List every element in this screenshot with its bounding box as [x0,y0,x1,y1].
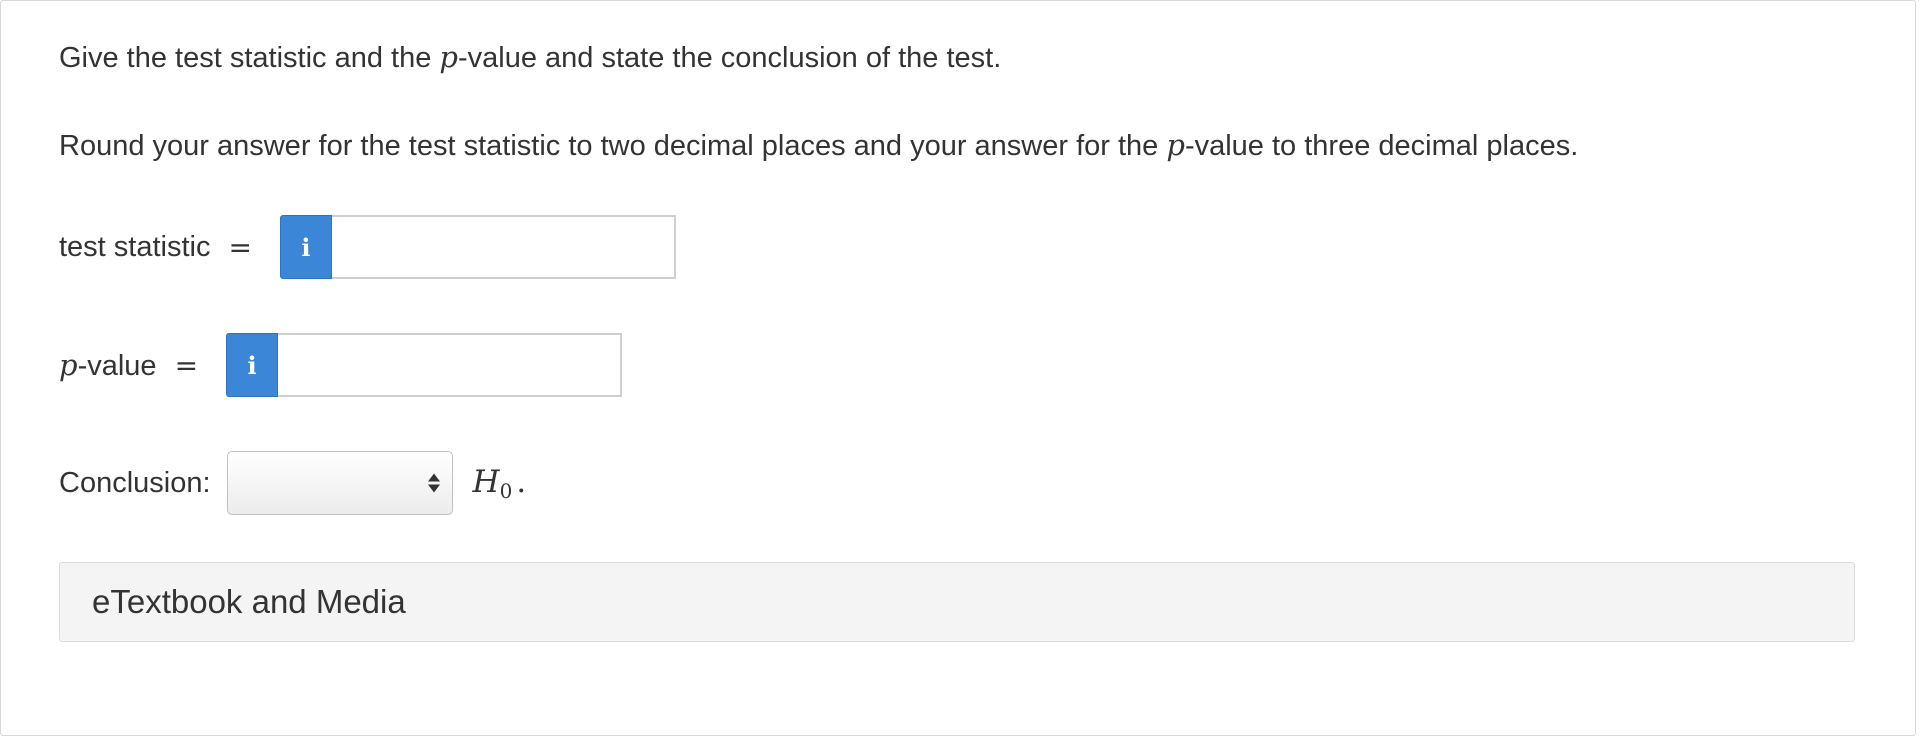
conclusion-select[interactable] [226,451,453,515]
equals-sign: = [228,230,252,264]
null-hypothesis-symbol: H0. [472,463,527,503]
etextbook-media-button[interactable]: eTextbook and Media [59,562,1855,642]
test-statistic-label: test statistic [59,230,211,263]
instruction-line-2: Round your answer for the test statistic… [59,128,1579,162]
info-icon[interactable]: i [226,333,279,397]
p-value-input[interactable] [278,333,623,397]
question-card: Give the test statistic and the p-value … [0,0,1916,736]
test-statistic-input[interactable] [331,215,676,279]
conclusion-label: Conclusion: [59,466,211,499]
etextbook-media-label: eTextbook and Media [92,583,406,620]
conclusion-row: Conclusion: H0. [59,451,526,515]
test-statistic-row: test statistic = i [59,215,676,279]
select-updown-arrows-icon [427,473,440,493]
p-value-label: p-value [59,347,157,382]
info-icon[interactable]: i [279,215,332,279]
p-value-row: p-value = i [59,333,623,397]
equals-sign: = [174,348,199,382]
p-variable: p [439,40,458,74]
instruction-line-1: Give the test statistic and the p-value … [59,40,1002,74]
p-variable: p [1166,128,1185,162]
